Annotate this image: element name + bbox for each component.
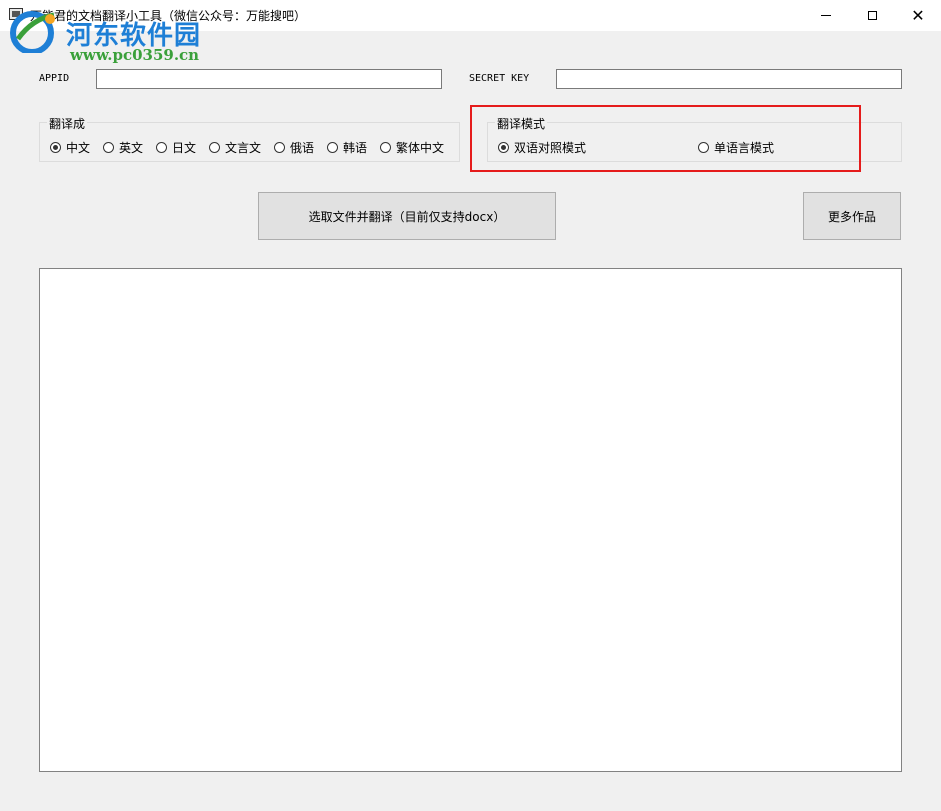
minimize-button[interactable] (803, 0, 849, 31)
radio-button-icon (50, 141, 61, 153)
close-icon: ✕ (911, 5, 925, 25)
close-button[interactable]: ✕ (895, 0, 941, 31)
radio-korean[interactable]: 韩语 (327, 139, 367, 155)
appid-input[interactable] (96, 69, 442, 89)
radio-button-icon (274, 141, 285, 153)
minimize-icon (821, 15, 831, 16)
radio-classical-chinese[interactable]: 文言文 (209, 139, 261, 155)
watermark: 河东软件园 www.pc0359.cn (4, 9, 214, 69)
secret-key-label: SECRET KEY (469, 73, 530, 84)
output-textarea[interactable] (39, 268, 902, 772)
radio-english[interactable]: 英文 (103, 139, 143, 155)
radio-chinese[interactable]: 中文 (50, 139, 90, 155)
radio-button-icon (380, 141, 391, 153)
radio-button-icon (209, 141, 220, 153)
radio-russian[interactable]: 俄语 (274, 139, 314, 155)
watermark-url: www.pc0359.cn (70, 46, 200, 64)
translate-to-legend: 翻译成 (47, 115, 88, 132)
radio-button-icon (327, 141, 338, 153)
radio-button-icon (156, 141, 167, 153)
radio-japanese[interactable]: 日文 (156, 139, 196, 155)
radio-traditional-chinese[interactable]: 繁体中文 (380, 139, 444, 155)
secret-key-input[interactable] (556, 69, 902, 89)
maximize-icon (867, 11, 877, 20)
appid-label: APPID (39, 73, 70, 84)
watermark-logo-icon (10, 11, 55, 53)
more-works-button[interactable]: 更多作品 (803, 192, 901, 240)
maximize-button[interactable] (849, 0, 895, 31)
translate-to-group: 翻译成 中文 英文 日文 文言文 俄语 韩语 繁体中文 (39, 115, 460, 162)
highlight-annotation (470, 105, 861, 172)
radio-button-icon (103, 141, 114, 153)
select-file-translate-button[interactable]: 选取文件并翻译（目前仅支持docx） (258, 192, 556, 240)
